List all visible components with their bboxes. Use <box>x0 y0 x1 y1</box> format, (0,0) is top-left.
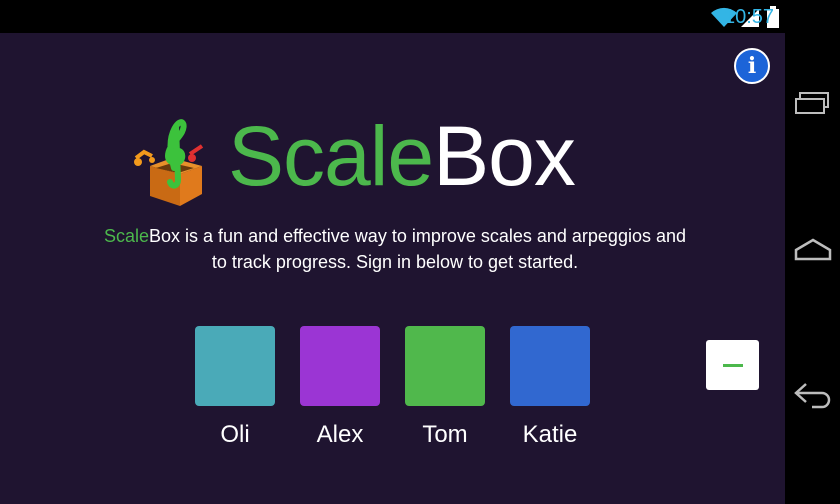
info-icon: i <box>747 53 757 79</box>
user-list: Oli Alex Tom Katie <box>194 326 594 456</box>
user-tom[interactable]: Tom <box>405 326 485 450</box>
app-title-scale: Scale <box>228 109 434 203</box>
back-icon[interactable] <box>785 375 840 415</box>
remove-user-button[interactable] <box>706 340 759 390</box>
screen: 10:57 i ScaleBox ScaleBox is a fun and e… <box>0 0 840 504</box>
description-highlight: Scale <box>103 226 150 246</box>
app-title-box: Box <box>433 109 576 203</box>
recent-apps-icon[interactable] <box>785 83 840 123</box>
user-name: Tom <box>422 421 468 448</box>
user-avatar-tile[interactable] <box>510 326 590 406</box>
navigation-bar <box>785 33 840 504</box>
status-time: 10:57 <box>724 6 775 28</box>
user-name: Alex <box>316 421 364 448</box>
user-oli[interactable]: Oli <box>195 326 275 450</box>
user-name: Katie <box>522 421 578 448</box>
info-button[interactable]: i <box>734 48 770 84</box>
app-title: ScaleBox <box>228 106 576 206</box>
user-alex[interactable]: Alex <box>300 326 380 450</box>
user-name: Oli <box>220 421 250 448</box>
user-avatar-tile[interactable] <box>300 326 380 406</box>
user-avatar-tile[interactable] <box>405 326 485 406</box>
description-text: Box is a fun and effective way to improv… <box>149 226 687 272</box>
status-bar: 10:57 <box>0 0 840 33</box>
app-description: ScaleBox is a fun and effective way to i… <box>100 223 690 275</box>
music-box-icon <box>132 108 212 208</box>
user-avatar-tile[interactable] <box>195 326 275 406</box>
home-icon[interactable] <box>785 229 840 269</box>
user-katie[interactable]: Katie <box>510 326 590 450</box>
minus-icon <box>722 363 743 367</box>
